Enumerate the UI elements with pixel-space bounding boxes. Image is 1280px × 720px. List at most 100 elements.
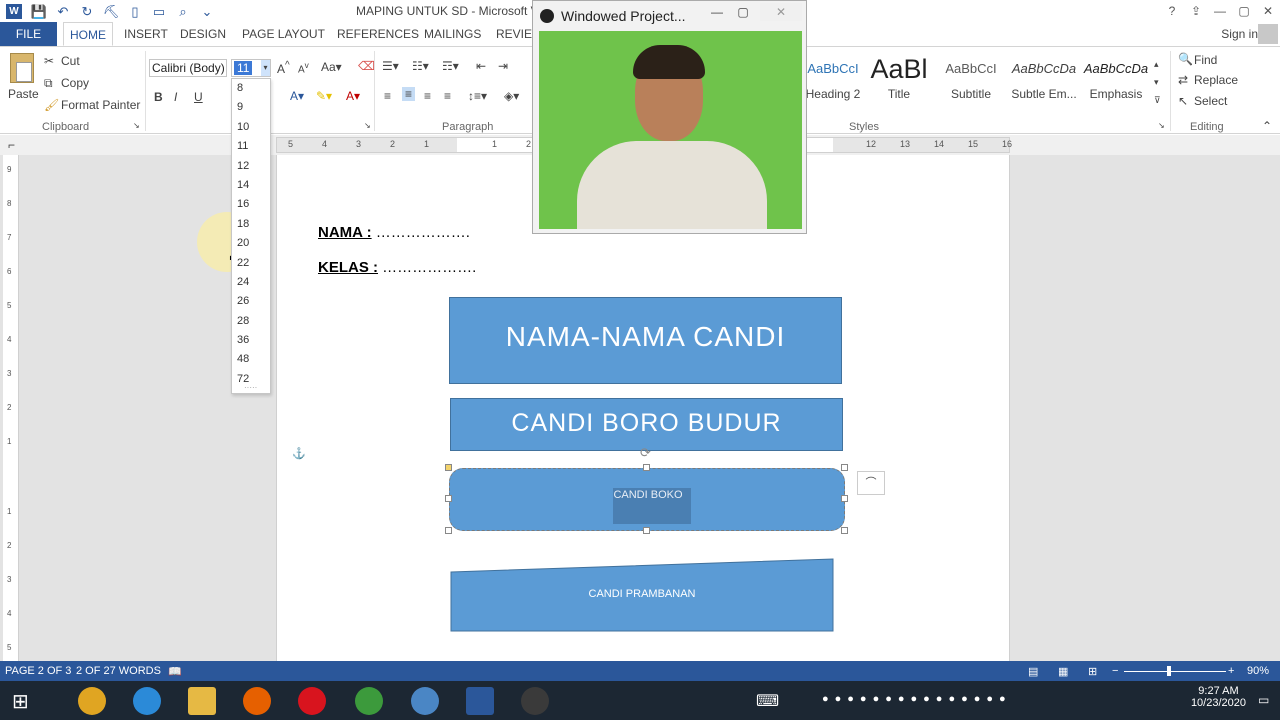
font-family-select[interactable]: Calibri (Body) bbox=[149, 59, 227, 77]
style-heading-2[interactable]: AaBbCcI Heading 2 bbox=[803, 51, 863, 111]
file-explorer-icon[interactable] bbox=[188, 687, 216, 715]
font-color-icon[interactable]: A▾ bbox=[346, 89, 360, 103]
zoom-level[interactable]: 90% bbox=[1247, 665, 1269, 677]
italic-icon[interactable]: I bbox=[174, 90, 177, 104]
find-button[interactable]: Find bbox=[1194, 53, 1217, 67]
tab-page-layout[interactable]: PAGE LAYOUT bbox=[242, 22, 325, 46]
resize-handle[interactable] bbox=[445, 495, 452, 502]
underline-icon[interactable]: U bbox=[194, 90, 203, 104]
paste-button[interactable]: Paste bbox=[8, 87, 39, 101]
restore-button[interactable]: ▢ bbox=[1232, 0, 1256, 22]
resize-handle[interactable] bbox=[643, 527, 650, 534]
proofing-icon[interactable]: 📖 bbox=[168, 665, 182, 678]
shape-title[interactable]: NAMA-NAMA CANDI bbox=[449, 297, 842, 384]
numbering-icon[interactable]: ☷▾ bbox=[412, 59, 429, 73]
font-size-value[interactable]: 11 bbox=[234, 61, 253, 75]
style-subtitle[interactable]: AaBbCcI Subtitle bbox=[936, 51, 1006, 111]
new-document-icon[interactable]: ▯ bbox=[126, 3, 144, 21]
justify-icon[interactable]: ≡ bbox=[444, 89, 451, 103]
font-size-option[interactable]: 10 bbox=[232, 118, 270, 137]
shape-prambanan-text[interactable]: CANDI PRAMBANAN bbox=[450, 588, 834, 600]
bullets-icon[interactable]: ☰▾ bbox=[382, 59, 399, 73]
font-size-select[interactable]: 11 ▾ bbox=[231, 59, 271, 77]
zoom-slider-thumb[interactable] bbox=[1167, 666, 1171, 676]
grow-font-icon[interactable]: A^ bbox=[277, 60, 290, 76]
font-size-option[interactable]: 48 bbox=[232, 350, 270, 369]
style-emphasis[interactable]: AaBbCcDa Emphasis bbox=[1082, 51, 1150, 111]
cut-button[interactable]: Cut bbox=[61, 54, 80, 68]
resize-handle[interactable] bbox=[445, 527, 452, 534]
resize-handle[interactable] bbox=[841, 527, 848, 534]
increase-indent-icon[interactable]: ⇥ bbox=[498, 59, 508, 73]
styles-launcher-icon[interactable]: ↘ bbox=[1158, 121, 1165, 130]
tab-references[interactable]: REFERENCES bbox=[337, 22, 419, 46]
clear-formatting-icon[interactable]: ⌫ bbox=[358, 59, 375, 73]
kelas-field[interactable]: KELAS : ………………. bbox=[318, 259, 476, 276]
save-icon[interactable]: 💾 bbox=[30, 3, 48, 21]
layout-options-icon[interactable]: ⌒ bbox=[857, 471, 885, 495]
read-mode-icon[interactable]: ▤ bbox=[1028, 665, 1038, 678]
font-size-dropdown[interactable]: 8 9 10 11 12 14 16 18 20 22 24 26 28 36 … bbox=[231, 78, 271, 394]
font-size-option[interactable]: 24 bbox=[232, 273, 270, 292]
highlight-icon[interactable]: ✎▾ bbox=[316, 89, 332, 103]
multilevel-list-icon[interactable]: ☶▾ bbox=[442, 59, 459, 73]
nama-field[interactable]: NAMA : ………………. bbox=[318, 224, 470, 241]
align-right-icon[interactable]: ≡ bbox=[424, 89, 431, 103]
change-case-icon[interactable]: Aa▾ bbox=[321, 60, 342, 74]
resize-grip-icon[interactable]: ····· bbox=[244, 383, 257, 392]
redo-icon[interactable]: ↻ bbox=[78, 3, 96, 21]
web-layout-icon[interactable]: ⊞ bbox=[1088, 665, 1097, 678]
shading-icon[interactable]: ◈▾ bbox=[504, 89, 519, 103]
close-button[interactable]: ✕ bbox=[1256, 0, 1280, 22]
font-launcher-icon[interactable]: ↘ bbox=[364, 121, 371, 130]
font-size-option[interactable]: 8 bbox=[232, 79, 270, 98]
firefox-icon[interactable] bbox=[243, 687, 271, 715]
chrome-icon[interactable] bbox=[355, 687, 383, 715]
rotate-handle-icon[interactable]: ⟳ bbox=[640, 445, 651, 461]
tab-insert[interactable]: INSERT bbox=[124, 22, 168, 46]
zoom-out-icon[interactable]: − bbox=[1112, 665, 1118, 677]
bold-icon[interactable]: B bbox=[154, 90, 163, 104]
font-size-option[interactable]: 28 bbox=[232, 312, 270, 331]
word-taskbar-icon[interactable] bbox=[466, 687, 494, 715]
zoom-slider[interactable] bbox=[1124, 671, 1226, 672]
shrink-font-icon[interactable]: Av bbox=[298, 60, 309, 75]
opera-icon[interactable] bbox=[298, 687, 326, 715]
shape-boko-text[interactable]: CANDI BOKO bbox=[613, 489, 683, 501]
font-size-option[interactable]: 14 bbox=[232, 176, 270, 195]
windows-start-icon[interactable]: ⊞ bbox=[12, 689, 29, 714]
find-icon[interactable]: 🔍 bbox=[1178, 52, 1193, 66]
format-icon[interactable]: ⛏ bbox=[102, 3, 120, 21]
print-preview-icon[interactable]: ⌕ bbox=[174, 3, 192, 21]
chromium-icon[interactable] bbox=[411, 687, 439, 715]
replace-icon[interactable]: ⇄ bbox=[1178, 73, 1188, 87]
resize-handle[interactable] bbox=[841, 495, 848, 502]
decrease-indent-icon[interactable]: ⇤ bbox=[476, 59, 486, 73]
tab-mailings[interactable]: MAILINGS bbox=[424, 22, 481, 46]
webcam-maximize-button[interactable]: ▢ bbox=[734, 3, 752, 21]
avatar[interactable] bbox=[1258, 24, 1278, 44]
font-size-option[interactable]: 22 bbox=[232, 254, 270, 273]
font-size-option[interactable]: 18 bbox=[232, 215, 270, 234]
ribbon-display-icon[interactable]: ⇪ bbox=[1184, 0, 1208, 22]
resize-handle[interactable] bbox=[643, 464, 650, 471]
font-size-option[interactable]: 20 bbox=[232, 234, 270, 253]
resize-handle[interactable] bbox=[841, 464, 848, 471]
webcam-minimize-button[interactable]: — bbox=[708, 3, 726, 21]
tab-selector-icon[interactable]: ⌐ bbox=[8, 138, 15, 152]
tab-file[interactable]: FILE bbox=[0, 22, 57, 46]
shape-boko[interactable]: CANDI BOKO bbox=[449, 468, 845, 531]
word-count[interactable]: 2 OF 27 WORDS bbox=[76, 665, 161, 677]
vertical-ruler[interactable]: 9 8 7 6 5 4 3 2 1 1 2 3 4 5 bbox=[3, 155, 19, 661]
tab-design[interactable]: DESIGN bbox=[180, 22, 226, 46]
format-painter-button[interactable]: Format Painter bbox=[61, 98, 140, 112]
styles-scroll-icon[interactable]: ▴ ▾ ⊽ bbox=[1154, 55, 1161, 109]
system-tray-icons[interactable]: ●●●●●●●●●●●●●●● bbox=[822, 693, 1012, 705]
clock[interactable]: 9:27 AM 10/23/2020 bbox=[1191, 685, 1246, 709]
select-button[interactable]: Select bbox=[1194, 94, 1227, 108]
resize-handle[interactable] bbox=[445, 464, 452, 471]
minimize-button[interactable]: — bbox=[1208, 0, 1232, 22]
page-count[interactable]: PAGE 2 OF 3 bbox=[5, 665, 71, 677]
open-icon[interactable]: ▭ bbox=[150, 3, 168, 21]
text-effects-icon[interactable]: A▾ bbox=[290, 89, 304, 103]
